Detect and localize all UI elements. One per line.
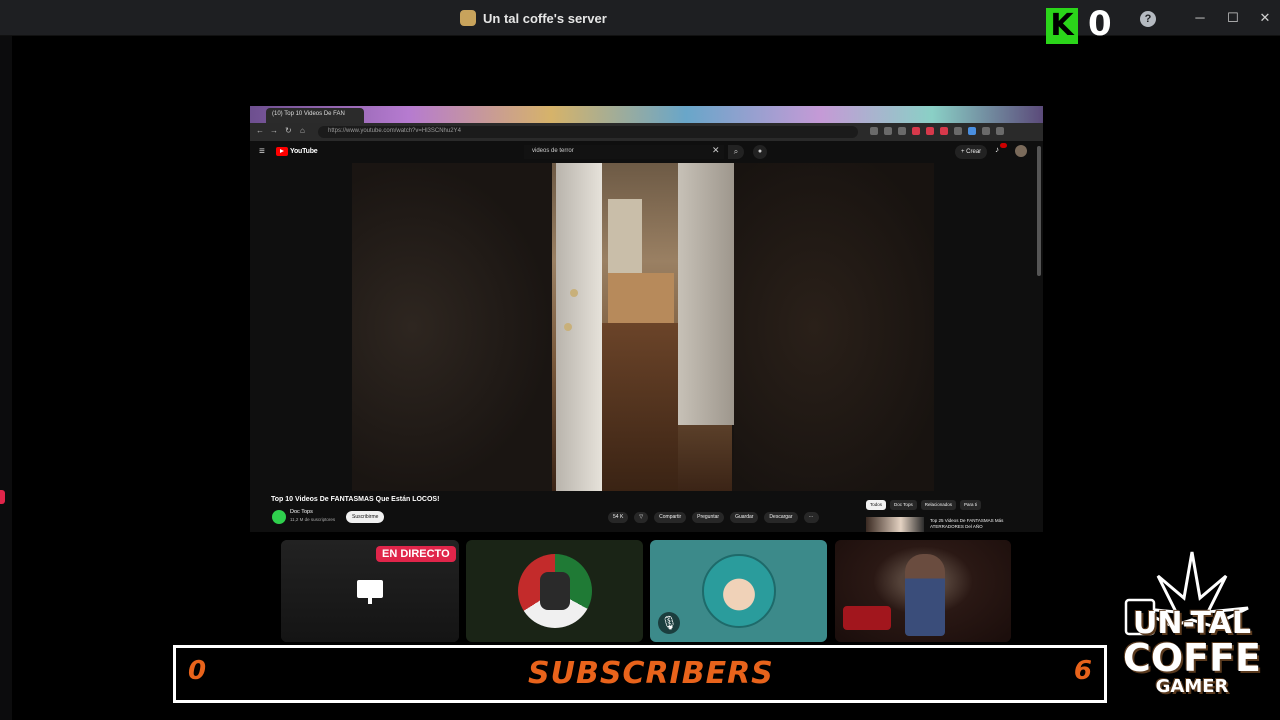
recommended-thumbnail[interactable] xyxy=(866,517,924,532)
save-button[interactable]: Guardar xyxy=(730,512,759,523)
participant-tile-webcam[interactable] xyxy=(835,540,1011,642)
extension-icon[interactable] xyxy=(968,127,976,135)
extension-icon[interactable] xyxy=(982,127,990,135)
channel-subscribers: 11,2 M de suscriptores xyxy=(290,517,336,522)
more-actions-button[interactable]: ··· xyxy=(803,512,819,523)
channel-logo: UN-TAL COFFE GAMER xyxy=(1116,550,1268,708)
download-button[interactable]: Descargar xyxy=(764,512,798,523)
subscriber-current-value: 6 xyxy=(1073,656,1092,686)
left-sidebar-edge xyxy=(0,36,12,720)
zoom-icon[interactable] xyxy=(870,127,878,135)
video-frame-left xyxy=(352,163,552,491)
video-player[interactable] xyxy=(352,163,934,491)
chip-all[interactable]: Todos xyxy=(866,500,887,510)
shared-screen[interactable]: (10) Top 10 Videos De FAN ← → ↻ ⌂ https:… xyxy=(250,106,1043,532)
video-frame-door xyxy=(556,163,602,491)
youtube-play-icon xyxy=(276,147,288,156)
search-input[interactable]: videos de terror xyxy=(524,145,724,159)
like-button[interactable]: 54 K xyxy=(608,512,629,523)
muted-mic-icon: 🎙 xyxy=(658,612,680,634)
video-info: Top 10 Videos De FANTASMAS Que Están LOC… xyxy=(250,491,1043,532)
home-icon[interactable]: ⌂ xyxy=(300,126,305,135)
participant-tile-stream[interactable]: EN DIRECTO xyxy=(281,540,459,642)
browser-toolbar: ← → ↻ ⌂ https://www.youtube.com/watch?v=… xyxy=(250,123,1043,141)
channel-name[interactable]: Doc Tops xyxy=(290,509,313,515)
voice-search-icon[interactable]: ● xyxy=(753,145,767,159)
participant-avatar xyxy=(702,554,776,628)
forward-icon[interactable]: → xyxy=(270,126,278,135)
chip-channel[interactable]: Doc Tops xyxy=(890,500,917,510)
channel-avatar[interactable] xyxy=(272,510,286,524)
webcam-feed-person xyxy=(905,554,945,636)
reload-icon[interactable]: ↻ xyxy=(285,126,292,135)
help-icon[interactable]: ? xyxy=(1140,11,1156,27)
subscriber-counter: 0 SUBSCRIBERS 6 xyxy=(173,645,1107,703)
youtube-header: ≡ YouTube videos de terror ✕ ⌕ ● + Crear… xyxy=(250,141,1043,163)
live-indicator-edge xyxy=(0,490,5,504)
subscriber-label: SUBSCRIBERS xyxy=(528,656,774,691)
kick-logo-icon: K xyxy=(1046,8,1078,44)
clear-search-icon[interactable]: ✕ xyxy=(712,145,720,156)
video-frame-right xyxy=(734,163,934,491)
back-icon[interactable]: ← xyxy=(256,126,264,135)
extension-icon[interactable] xyxy=(926,127,934,135)
video-frame-doorframe xyxy=(678,163,734,425)
server-title: Un tal coffe's server xyxy=(460,10,607,26)
video-frame-inner-door xyxy=(608,199,642,273)
menu-icon[interactable]: ≡ xyxy=(259,146,265,157)
notifications-icon[interactable]: ♪ xyxy=(995,145,999,154)
maximize-button[interactable]: ☐ xyxy=(1220,6,1246,30)
window-titlebar: Un tal coffe's server K 0 ? ─ ☐ ✕ xyxy=(0,0,1280,44)
share-button[interactable]: Compartir xyxy=(654,512,687,523)
extension-icons xyxy=(870,127,1004,135)
participant-tile-2[interactable] xyxy=(466,540,643,642)
youtube-logo[interactable]: YouTube xyxy=(276,147,318,156)
dislike-button[interactable]: ▽ xyxy=(634,512,649,523)
subscribe-button[interactable]: Suscribirme xyxy=(346,511,385,523)
participant-tile-3[interactable]: 🎙 xyxy=(650,540,827,642)
star-icon[interactable] xyxy=(898,127,906,135)
video-frame-knob xyxy=(570,289,578,297)
create-button[interactable]: + Crear xyxy=(955,145,988,159)
extension-icon[interactable] xyxy=(912,127,920,135)
recommended-title[interactable]: Top 25 Videos De FANTASMAS Más ATERRADOR… xyxy=(930,518,1010,530)
address-bar[interactable]: https://www.youtube.com/watch?v=Hl3SCNhu… xyxy=(318,126,858,138)
monitor-icon xyxy=(357,580,383,604)
video-title: Top 10 Videos De FANTASMAS Que Están LOC… xyxy=(271,496,440,503)
close-button[interactable]: ✕ xyxy=(1252,6,1278,30)
webcam-feed-chair xyxy=(843,606,891,630)
ask-button[interactable]: Preguntar xyxy=(692,512,725,523)
page-scrollbar[interactable] xyxy=(1037,146,1041,276)
subscriber-start-value: 0 xyxy=(188,656,207,686)
extension-icon[interactable] xyxy=(954,127,962,135)
search-button[interactable]: ⌕ xyxy=(728,145,744,159)
kick-viewer-count: 0 xyxy=(1088,4,1112,44)
recommendation-chips: Todos Doc Tops Relacionados Para ti xyxy=(866,500,981,510)
server-title-text: Un tal coffe's server xyxy=(483,10,607,26)
extension-icon[interactable] xyxy=(940,127,948,135)
logo-line-2: COFFE xyxy=(1122,636,1262,680)
server-icon xyxy=(460,10,476,26)
chip-related[interactable]: Relacionados xyxy=(920,500,956,510)
minimize-button[interactable]: ─ xyxy=(1187,6,1213,30)
video-frame-knob xyxy=(564,323,572,331)
browser-tab-strip: (10) Top 10 Videos De FAN xyxy=(250,106,1043,123)
video-frame-floor xyxy=(602,323,678,491)
logo-line-3: GAMER xyxy=(1155,676,1229,697)
chip-for-you[interactable]: Para ti xyxy=(959,500,981,510)
share-icon[interactable] xyxy=(884,127,892,135)
account-avatar[interactable] xyxy=(1015,145,1027,157)
live-badge: EN DIRECTO xyxy=(376,546,456,562)
browser-tab-active[interactable]: (10) Top 10 Videos De FAN xyxy=(266,108,364,123)
video-actions: 54 K ▽ Compartir Preguntar Guardar Desca… xyxy=(608,512,819,523)
notification-badge xyxy=(1000,143,1007,148)
profile-icon[interactable] xyxy=(996,127,1004,135)
participant-avatar xyxy=(518,554,592,628)
video-frame-boxes xyxy=(608,273,674,323)
